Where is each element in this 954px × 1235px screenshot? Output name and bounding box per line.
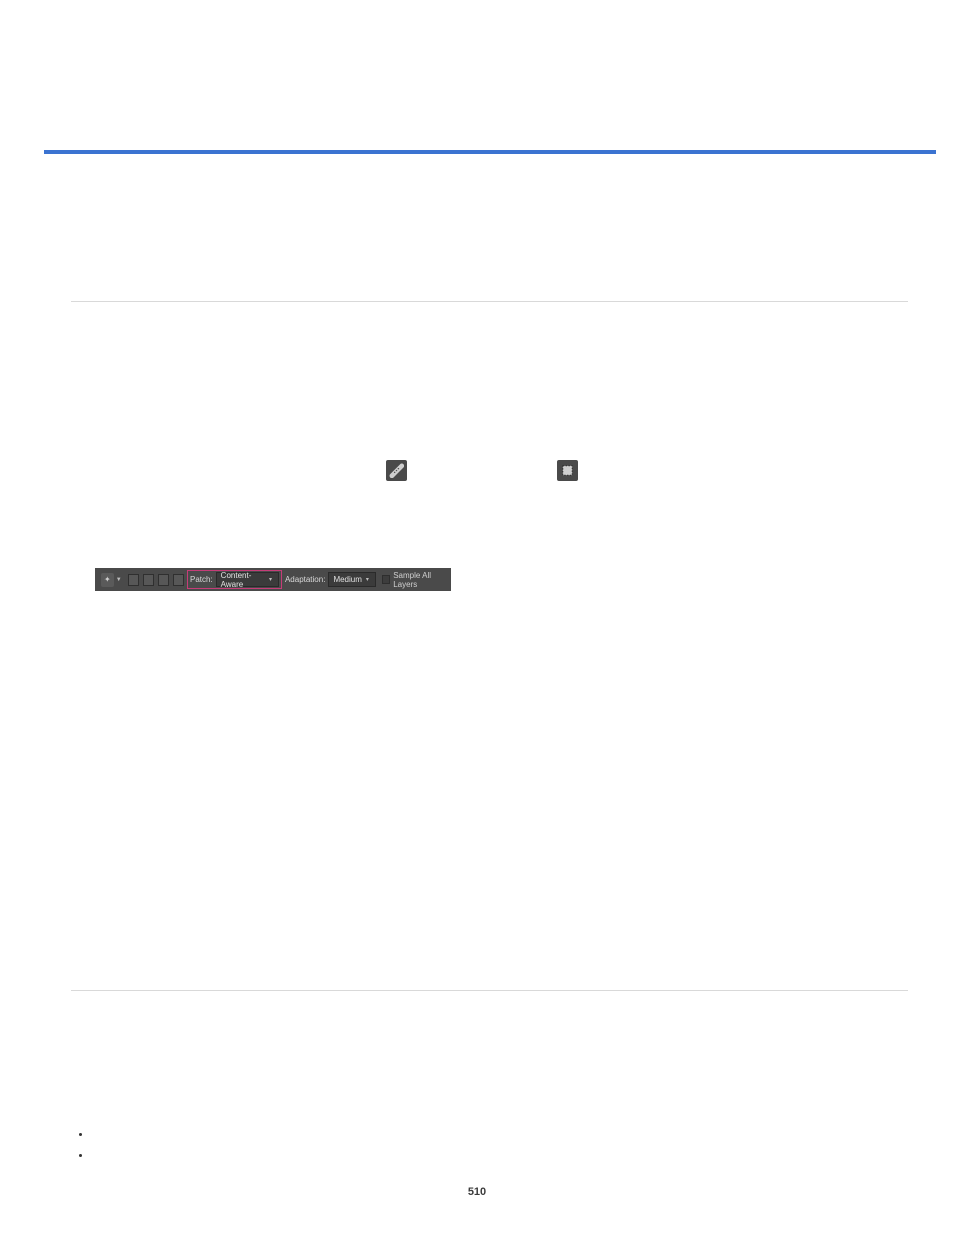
patch-label: Patch: [190,575,213,584]
patch-tool-icon [557,460,578,481]
adaptation-value: Medium [333,575,361,584]
patch-icon [560,463,575,478]
bandage-icon [389,463,404,478]
page-number: 510 [0,1186,954,1198]
dropdown-caret-icon[interactable]: ▼ [116,577,122,583]
selection-mode-subtract[interactable] [158,574,169,586]
adaptation-dropdown[interactable]: Medium ▾ [328,572,375,587]
chevron-down-icon: ▾ [269,576,272,583]
section-divider-2 [71,990,908,991]
heal-brush-icon [386,460,407,481]
section-divider-1 [71,301,908,302]
selection-mode-new[interactable] [128,574,139,586]
selection-mode-intersect[interactable] [173,574,184,586]
patch-value: Content-Aware [221,571,265,589]
active-tool-icon[interactable]: ✦ [101,573,114,587]
patch-mode-dropdown[interactable]: Content-Aware ▾ [216,572,279,587]
header-rule [44,150,936,154]
bullet-list [76,1125,92,1167]
checkbox-icon [382,575,390,584]
sample-all-layers-label: Sample All Layers [393,571,451,589]
bandage-small-icon: ✦ [104,575,111,584]
sample-all-layers-option[interactable]: Sample All Layers [382,571,451,589]
selection-mode-add[interactable] [143,574,154,586]
adaptation-field: Adaptation: Medium ▾ [285,572,376,587]
adaptation-label: Adaptation: [285,575,325,584]
patch-field: Patch: Content-Aware ▾ [190,572,279,587]
patch-mode-group: Patch: Content-Aware ▾ [188,571,281,588]
options-bar: ✦ ▼ Patch: Content-Aware ▾ Adaptation: M… [95,568,451,591]
chevron-down-icon: ▾ [366,576,369,583]
